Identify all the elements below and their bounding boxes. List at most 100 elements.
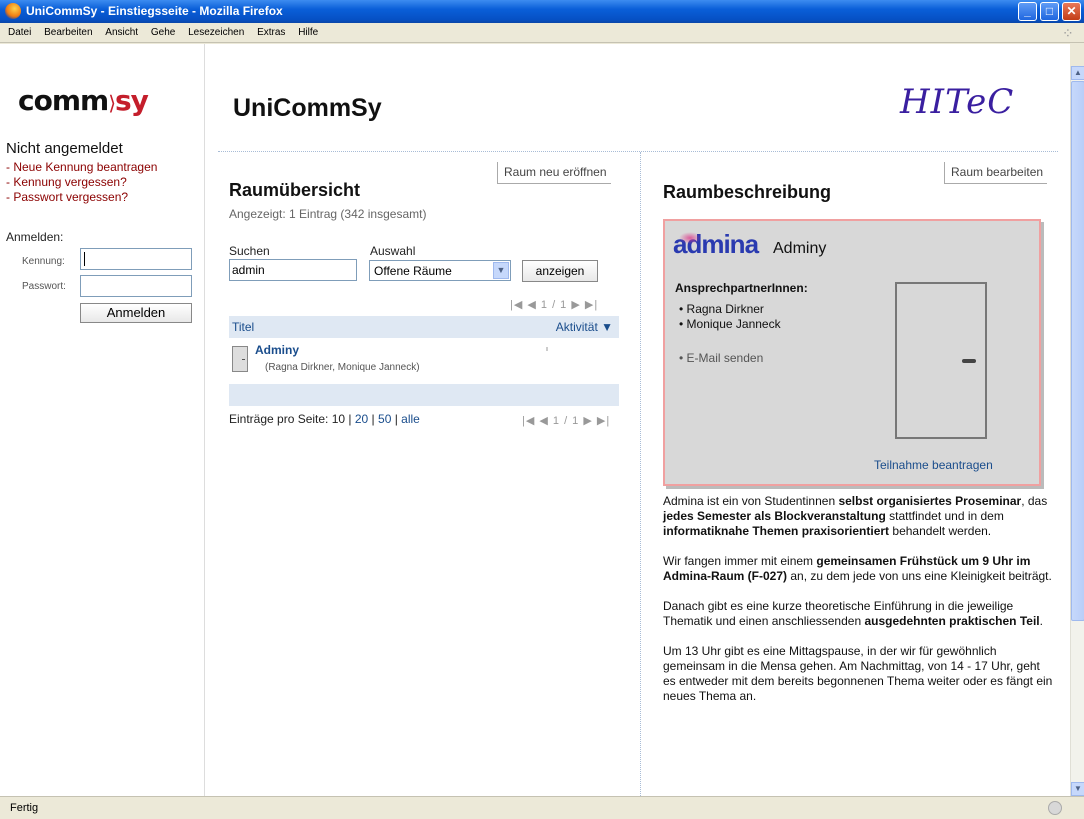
contact-item: Monique Janneck — [679, 317, 781, 332]
door-handle — [962, 359, 976, 363]
open-room-button[interactable]: Raum neu eröffnen — [497, 162, 611, 184]
login-status: Nicht angemeldet — [6, 140, 123, 157]
table-footer-row — [229, 384, 619, 406]
text: . — [1039, 614, 1043, 628]
room-description: Admina ist ein von Studentinnen selbst o… — [663, 494, 1053, 719]
menu-lesezeichen[interactable]: Lesezeichen — [188, 23, 244, 43]
per-page-label: Einträge pro Seite: 10 | — [229, 412, 355, 426]
menu-ansicht[interactable]: Ansicht — [105, 23, 138, 43]
maximize-icon: □ — [1045, 4, 1054, 18]
text: stattfindet und in dem — [885, 509, 1004, 523]
join-link[interactable]: Teilnahme beantragen — [874, 458, 993, 472]
contacts-list: Ragna Dirkner Monique Janneck — [679, 302, 781, 332]
password-label: Passwort: — [22, 281, 66, 292]
page-content: comm⟩sy Nicht angemeldet - Neue Kennung … — [0, 44, 1070, 796]
per-page-all[interactable]: alle — [401, 412, 420, 426]
per-page-50[interactable]: 50 — [378, 412, 391, 426]
maximize-button[interactable]: □ — [1040, 2, 1059, 21]
menu-extras[interactable]: Extras — [257, 23, 285, 43]
chevron-down-icon[interactable]: ▼ — [493, 262, 509, 279]
text-bold: selbst organisiertes Proseminar — [838, 494, 1022, 508]
description-paragraph: Um 13 Uhr gibt es eine Mittagspause, in … — [663, 644, 1053, 703]
text-bold: jedes Semester als Blockveranstaltung — [663, 509, 886, 523]
minimize-icon: _ — [1024, 4, 1031, 18]
logo-separator-icon: ⟩ — [108, 91, 116, 115]
logo-comm-text: comm — [18, 84, 109, 117]
browser-window: UniCommSy - Einstiegsseite - Mozilla Fir… — [0, 0, 1084, 818]
search-input[interactable]: admin — [229, 259, 357, 281]
menu-gehe[interactable]: Gehe — [151, 23, 175, 43]
room-link[interactable]: Adminy — [255, 343, 299, 357]
room-card: admina Adminy AnsprechpartnerInnen: Ragn… — [663, 219, 1041, 486]
scroll-up-icon[interactable]: ▲ — [1071, 66, 1084, 80]
pager-top[interactable]: |◀ ◀ 1 / 1 ▶ ▶| — [510, 298, 598, 311]
app-title: UniCommSy — [233, 94, 382, 122]
table-header: Titel Aktivität ▼ — [229, 316, 619, 338]
menu-datei[interactable]: Datei — [8, 23, 31, 43]
text-bold: informatiknahe Themen praxisorientiert — [663, 524, 890, 538]
contact-item: Ragna Dirkner — [679, 302, 781, 317]
column-divider — [640, 152, 641, 796]
hitec-logo: HITeC — [900, 82, 1015, 122]
per-page-selector: Einträge pro Seite: 10 | 20 | 50 | alle — [229, 412, 420, 426]
pager-bottom[interactable]: |◀ ◀ 1 / 1 ▶ ▶| — [522, 414, 610, 427]
status-bar: Fertig — [0, 796, 1084, 818]
minimize-button[interactable]: _ — [1018, 2, 1037, 21]
card-room-name: Adminy — [773, 240, 827, 257]
text: an, zu dem jede von uns eine Kleinigkeit… — [787, 569, 1052, 583]
link-new-account[interactable]: - Neue Kennung beantragen — [6, 160, 157, 175]
scroll-down-icon[interactable]: ▼ — [1071, 782, 1084, 796]
password-field[interactable] — [80, 275, 192, 297]
per-page-20[interactable]: 20 — [355, 412, 368, 426]
commsy-logo: comm⟩sy — [18, 84, 149, 117]
per-page-sep-1: | — [368, 412, 379, 426]
text: , das — [1021, 494, 1048, 508]
per-page-sep-2: | — [391, 412, 402, 426]
edit-room-button[interactable]: Raum bearbeiten — [944, 162, 1048, 184]
description-paragraph: Wir fangen immer mit einem gemeinsamen F… — [663, 554, 1053, 584]
room-contacts: (Ragna Dirkner, Monique Janneck) — [265, 362, 420, 373]
text: Wir fangen immer mit einem — [663, 554, 817, 568]
text-cursor — [84, 252, 85, 266]
logo-sy-text: sy — [115, 84, 149, 117]
divider — [218, 151, 1058, 152]
select-value: Offene Räume — [374, 264, 452, 278]
select-label: Auswahl — [370, 244, 416, 258]
scroll-thumb[interactable] — [1071, 81, 1084, 621]
description-paragraph: Danach gibt es eine kurze theoretische E… — [663, 599, 1053, 629]
activity-bar — [546, 347, 548, 351]
col-activity[interactable]: Aktivität ▼ — [556, 316, 613, 338]
menu-hilfe[interactable]: Hilfe — [298, 23, 318, 43]
contacts-title: AnsprechpartnerInnen: — [675, 281, 808, 295]
user-field[interactable] — [80, 248, 192, 270]
overview-title: Raumübersicht — [229, 180, 361, 200]
user-label: Kennung: — [22, 256, 65, 267]
account-links: - Neue Kennung beantragen - Kennung verg… — [6, 160, 157, 205]
description-title: Raumbeschreibung — [663, 182, 832, 202]
email-link[interactable]: E-Mail senden — [679, 351, 764, 365]
vertical-scrollbar[interactable]: ▲ ▼ — [1070, 66, 1084, 796]
menu-bearbeiten[interactable]: Bearbeiten — [44, 23, 92, 43]
login-button[interactable]: Anmelden — [80, 303, 192, 323]
link-forgot-account[interactable]: - Kennung vergessen? — [6, 175, 157, 190]
door-icon — [232, 346, 248, 372]
text: Admina ist ein von Studentinnen — [663, 494, 839, 508]
status-text: Fertig — [10, 802, 39, 814]
search-label: Suchen — [229, 244, 270, 258]
firefox-icon — [5, 3, 21, 19]
text: behandelt werden. — [889, 524, 992, 538]
overview-subtitle: Angezeigt: 1 Eintrag (342 insgesamt) — [229, 207, 427, 221]
admina-logo: admina — [673, 229, 759, 259]
connection-icon — [1048, 801, 1062, 815]
close-button[interactable]: ✕ — [1062, 2, 1081, 21]
room-filter-select[interactable]: Offene Räume ▼ — [369, 260, 511, 281]
col-title[interactable]: Titel — [232, 320, 254, 334]
text-bold: ausgedehnten praktischen Teil — [864, 614, 1040, 628]
close-icon: ✕ — [1066, 4, 1077, 18]
title-bar: UniCommSy - Einstiegsseite - Mozilla Fir… — [0, 0, 1084, 23]
link-forgot-password[interactable]: - Passwort vergessen? — [6, 190, 157, 205]
menu-bar: Datei Bearbeiten Ansicht Gehe Lesezeiche… — [0, 23, 1084, 43]
window-title: UniCommSy - Einstiegsseite - Mozilla Fir… — [26, 4, 283, 18]
door-icon[interactable] — [895, 282, 987, 439]
show-button[interactable]: anzeigen — [522, 260, 598, 282]
